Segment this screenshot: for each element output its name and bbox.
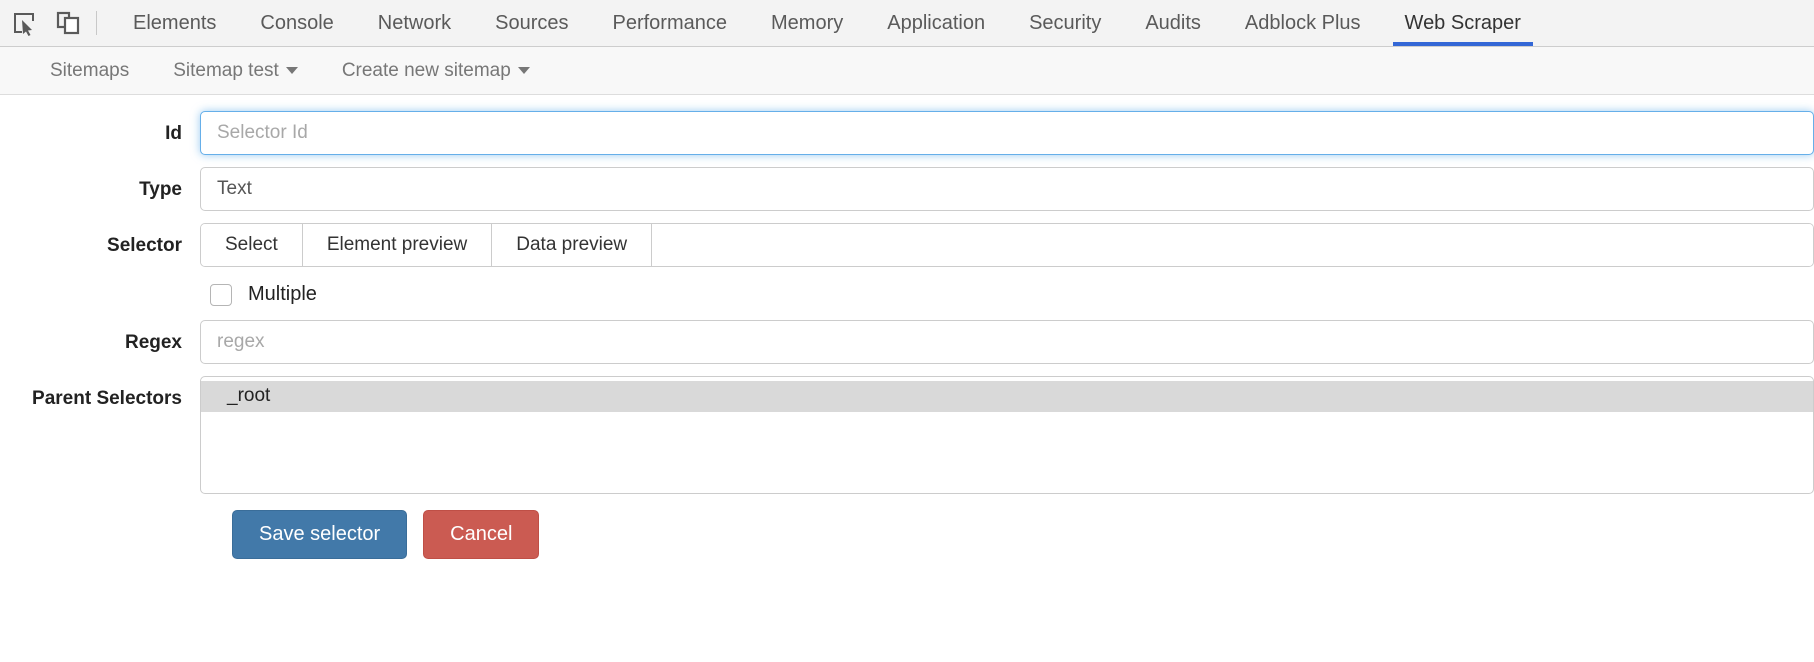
id-label: Id [0, 111, 200, 145]
multiple-label[interactable]: Multiple [248, 283, 317, 306]
parent-selectors-label: Parent Selectors [0, 376, 200, 410]
selector-button-group: Select Element preview Data preview [200, 223, 1814, 267]
tab-performance[interactable]: Performance [591, 0, 750, 46]
tab-label: Web Scraper [1405, 12, 1521, 35]
cancel-button[interactable]: Cancel [423, 510, 539, 559]
device-toolbar-icon[interactable] [50, 5, 86, 41]
sitemap-menu-label: Sitemap test [173, 60, 279, 82]
form-row-multiple: Multiple [0, 283, 1814, 306]
multiple-checkbox[interactable] [210, 284, 232, 306]
form-row-selector: Selector Select Element preview Data pre… [0, 223, 1814, 267]
tab-label: Adblock Plus [1245, 12, 1361, 35]
devtools-tool-icons [0, 0, 111, 46]
regex-input[interactable] [200, 320, 1814, 364]
selector-value-input[interactable] [652, 224, 1813, 266]
tab-web-scraper[interactable]: Web Scraper [1383, 0, 1543, 46]
list-item[interactable]: _root [201, 381, 1813, 412]
tab-label: Memory [771, 12, 843, 35]
selector-control: Select Element preview Data preview [200, 223, 1814, 267]
sitemap-menu-sitemaps[interactable]: Sitemaps [28, 60, 151, 82]
tab-label: Elements [133, 12, 216, 35]
sitemap-toolbar: Sitemaps Sitemap test Create new sitemap [0, 47, 1814, 95]
form-row-id: Id [0, 111, 1814, 155]
selector-type-value: Text [217, 178, 252, 200]
tab-label: Network [378, 12, 451, 35]
regex-control [200, 320, 1814, 364]
sitemap-menu-label: Sitemaps [50, 60, 129, 82]
inspect-element-icon[interactable] [6, 5, 42, 41]
tab-memory[interactable]: Memory [749, 0, 865, 46]
selector-label: Selector [0, 223, 200, 257]
select-button[interactable]: Select [201, 224, 303, 266]
sitemap-menu-create-new-sitemap[interactable]: Create new sitemap [320, 60, 552, 82]
tab-label: Security [1029, 12, 1101, 35]
parent-selectors-listbox[interactable]: _root [200, 376, 1814, 494]
chevron-down-icon [518, 67, 530, 74]
sitemap-menu-sitemap-test[interactable]: Sitemap test [151, 60, 320, 82]
tab-label: Console [260, 12, 333, 35]
toolbar-divider [96, 11, 97, 35]
tab-label: Audits [1145, 12, 1201, 35]
sitemap-menu-label: Create new sitemap [342, 60, 511, 82]
form-row-regex: Regex [0, 320, 1814, 364]
form-actions: Save selector Cancel [0, 510, 1814, 559]
form-row-parent-selectors: Parent Selectors _root [0, 376, 1814, 494]
form-row-type: Type Text [0, 167, 1814, 211]
selector-type-select[interactable]: Text [200, 167, 1814, 211]
tab-audits[interactable]: Audits [1123, 0, 1223, 46]
tab-label: Sources [495, 12, 568, 35]
data-preview-button[interactable]: Data preview [492, 224, 652, 266]
tab-security[interactable]: Security [1007, 0, 1123, 46]
tab-label: Application [887, 12, 985, 35]
tab-label: Performance [613, 12, 728, 35]
selector-id-input[interactable] [200, 111, 1814, 155]
element-preview-button[interactable]: Element preview [303, 224, 492, 266]
tab-application[interactable]: Application [865, 0, 1007, 46]
tab-sources[interactable]: Sources [473, 0, 590, 46]
devtools-tab-list: Elements Console Network Sources Perform… [111, 0, 1814, 46]
regex-label: Regex [0, 320, 200, 354]
selector-form: Id Type Text Selector Select Element pre… [0, 95, 1814, 559]
parent-selectors-control: _root [200, 376, 1814, 494]
chevron-down-icon [286, 67, 298, 74]
tab-adblock-plus[interactable]: Adblock Plus [1223, 0, 1383, 46]
tab-elements[interactable]: Elements [111, 0, 238, 46]
tab-network[interactable]: Network [356, 0, 473, 46]
type-control: Text [200, 167, 1814, 211]
tab-console[interactable]: Console [238, 0, 355, 46]
devtools-tabbar: Elements Console Network Sources Perform… [0, 0, 1814, 47]
id-control [200, 111, 1814, 155]
save-selector-button[interactable]: Save selector [232, 510, 407, 559]
type-label: Type [0, 167, 200, 201]
